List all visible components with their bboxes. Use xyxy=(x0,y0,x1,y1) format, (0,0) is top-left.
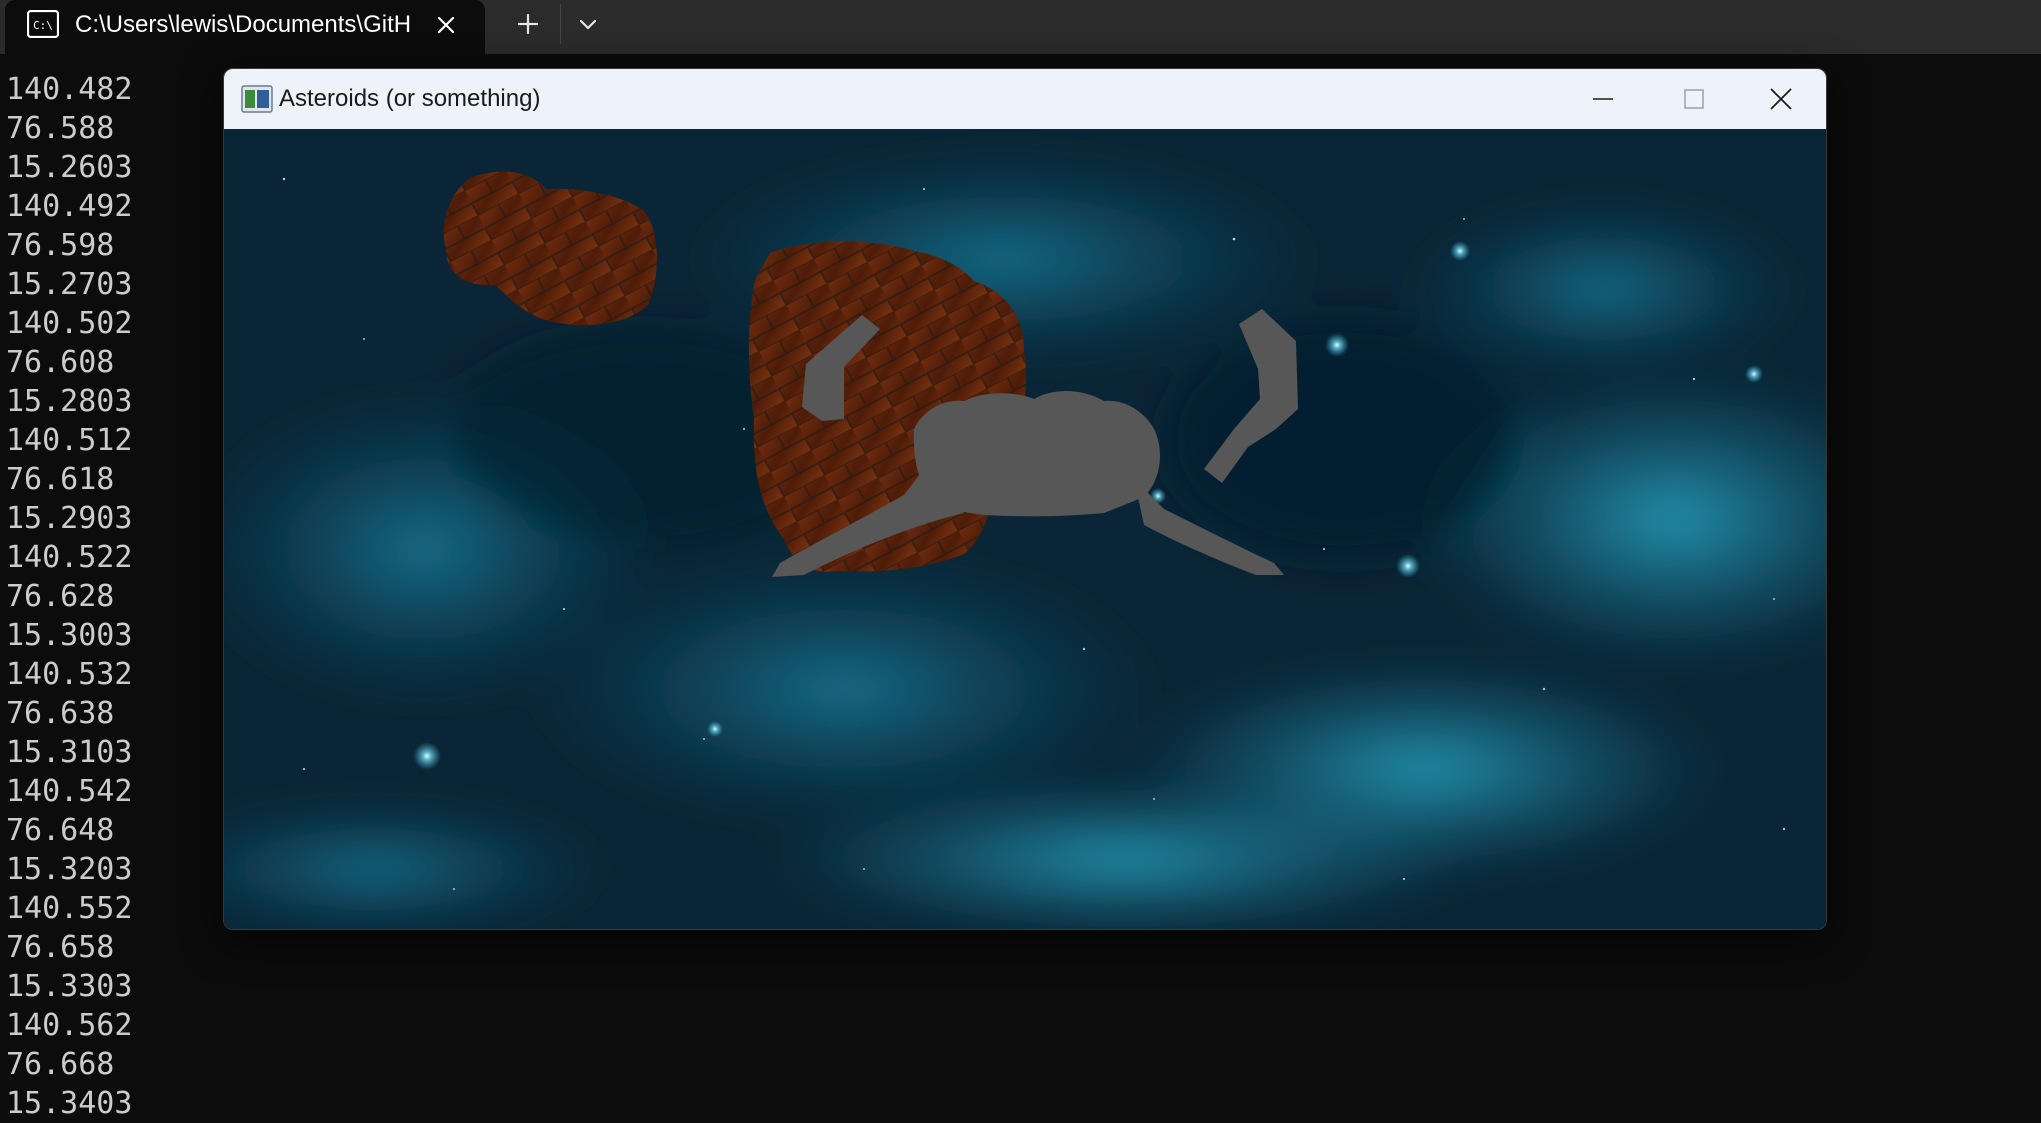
output-line: 15.2703 xyxy=(6,267,133,302)
output-line: 15.2603 xyxy=(6,150,133,185)
output-line: 76.588 xyxy=(6,111,115,146)
output-line: 140.512 xyxy=(6,423,133,458)
output-line: 140.482 xyxy=(6,72,133,107)
output-line: 76.618 xyxy=(6,462,115,497)
output-line: 76.608 xyxy=(6,345,115,380)
output-line: 140.502 xyxy=(6,306,133,341)
output-line: 15.3303 xyxy=(6,969,133,1004)
close-icon xyxy=(1770,88,1792,110)
output-line: 140.492 xyxy=(6,189,133,224)
terminal-icon: C:\ xyxy=(26,9,60,39)
output-line: 76.668 xyxy=(6,1047,115,1082)
console-output: 140.482 76.588 15.2603 140.492 76.598 15… xyxy=(6,70,132,1123)
window-titlebar[interactable]: Asteroids (or something) xyxy=(224,69,1826,129)
output-line: 76.598 xyxy=(6,228,115,263)
close-button[interactable] xyxy=(1736,69,1826,129)
tab-title: C:\Users\lewis\Documents\GitHub xyxy=(75,11,410,38)
output-line: 15.3403 xyxy=(6,1086,133,1121)
output-line: 140.532 xyxy=(6,657,133,692)
minimize-button[interactable] xyxy=(1558,69,1648,129)
output-line: 140.562 xyxy=(6,1008,133,1043)
game-viewport[interactable] xyxy=(224,129,1826,929)
chevron-down-icon[interactable] xyxy=(570,6,606,42)
output-line: 140.552 xyxy=(6,891,133,926)
terminal-tab[interactable]: C:\ C:\Users\lewis\Documents\GitHub xyxy=(5,0,485,54)
tab-bar: C:\ C:\Users\lewis\Documents\GitHub xyxy=(0,0,2041,54)
app-window-icon xyxy=(241,85,273,113)
tab-separator xyxy=(560,4,561,44)
minimize-icon xyxy=(1593,98,1613,100)
output-line: 15.3203 xyxy=(6,852,133,887)
game-window[interactable]: Asteroids (or something) xyxy=(223,68,1827,930)
output-line: 15.3103 xyxy=(6,735,133,770)
tab-close-icon[interactable] xyxy=(430,9,462,41)
output-line: 76.648 xyxy=(6,813,115,848)
output-line: 15.3003 xyxy=(6,618,133,653)
maximize-button[interactable] xyxy=(1649,69,1739,129)
window-title: Asteroids (or something) xyxy=(279,85,541,112)
output-line: 140.542 xyxy=(6,774,133,809)
output-line: 15.2803 xyxy=(6,384,133,419)
plus-icon[interactable] xyxy=(510,6,546,42)
output-line: 76.658 xyxy=(6,930,115,965)
maximize-icon xyxy=(1684,89,1704,109)
output-line: 76.638 xyxy=(6,696,115,731)
output-line: 140.522 xyxy=(6,540,133,575)
output-line: 76.628 xyxy=(6,579,115,614)
output-line: 15.2903 xyxy=(6,501,133,536)
svg-text:C:\: C:\ xyxy=(33,19,53,32)
